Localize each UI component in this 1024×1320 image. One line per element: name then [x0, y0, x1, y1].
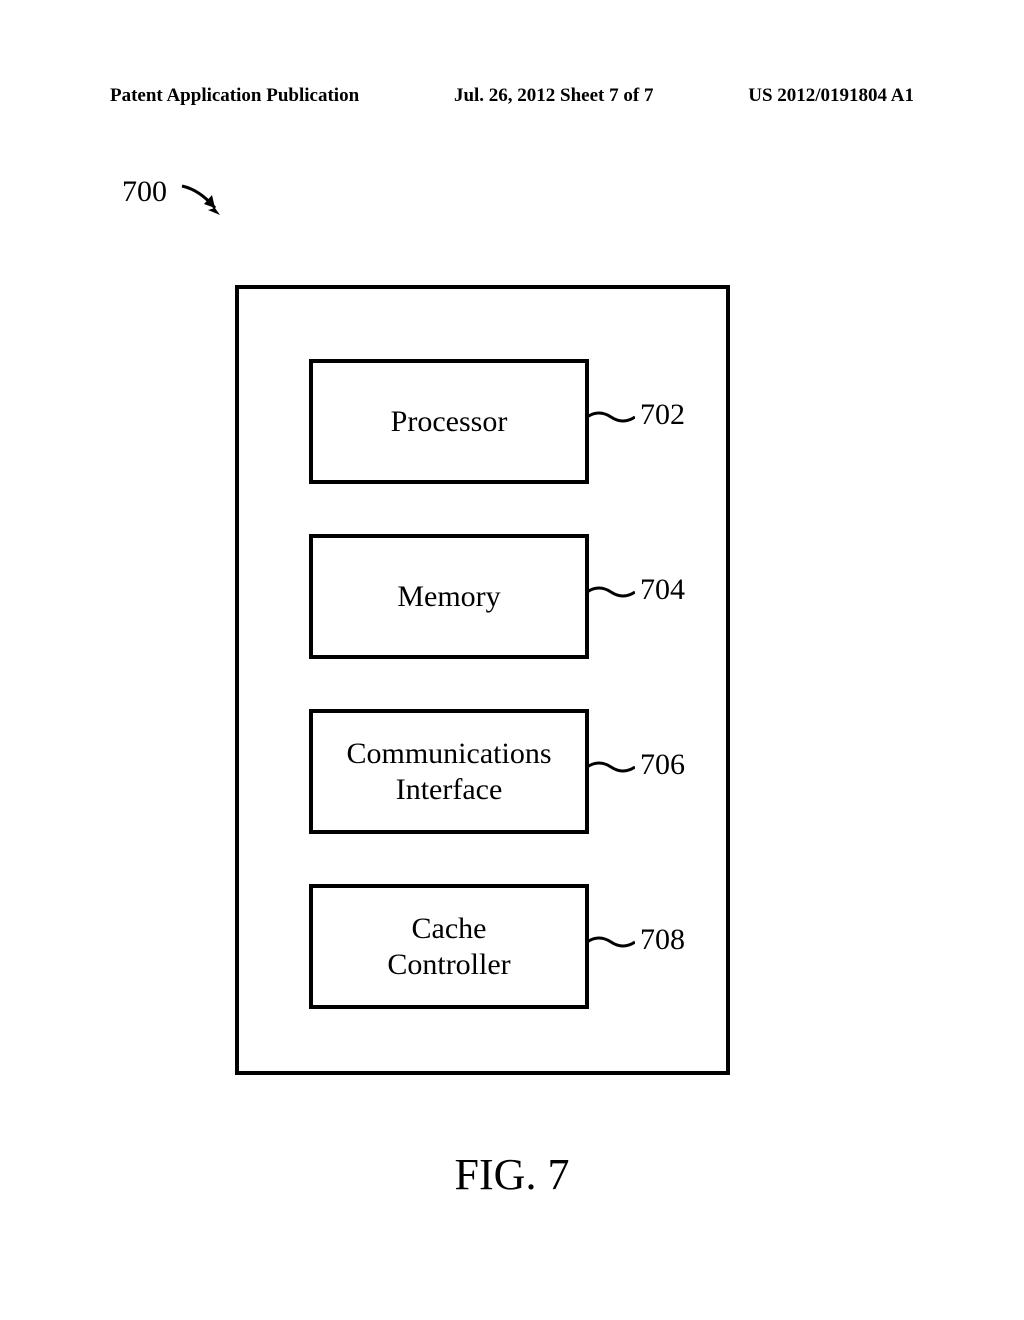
communications-interface-label: Communications Interface: [347, 736, 552, 808]
header-date-sheet: Jul. 26, 2012 Sheet 7 of 7: [454, 85, 654, 107]
figure-label: FIG. 7: [0, 1149, 1024, 1200]
memory-label: Memory: [397, 579, 500, 615]
page-header: Patent Application Publication Jul. 26, …: [0, 85, 1024, 107]
processor-reference-number: 702: [640, 398, 685, 432]
cache-controller-reference-number: 708: [640, 923, 685, 957]
memory-reference-number: 704: [640, 573, 685, 607]
reference-connector-icon: [587, 580, 635, 600]
cache-controller-block: Cache Controller: [309, 884, 589, 1009]
system-reference-number: 700: [122, 175, 167, 209]
reference-connector-icon: [587, 405, 635, 425]
processor-label: Processor: [391, 404, 508, 440]
communications-interface-block: Communications Interface: [309, 709, 589, 834]
memory-block: Memory: [309, 534, 589, 659]
header-publication-type: Patent Application Publication: [110, 85, 359, 107]
cache-controller-label: Cache Controller: [387, 911, 510, 983]
header-publication-number: US 2012/0191804 A1: [748, 85, 914, 107]
communications-interface-reference-number: 706: [640, 748, 685, 782]
processor-block: Processor: [309, 359, 589, 484]
reference-arrow-icon: [180, 180, 230, 220]
reference-connector-icon: [587, 930, 635, 950]
reference-connector-icon: [587, 755, 635, 775]
